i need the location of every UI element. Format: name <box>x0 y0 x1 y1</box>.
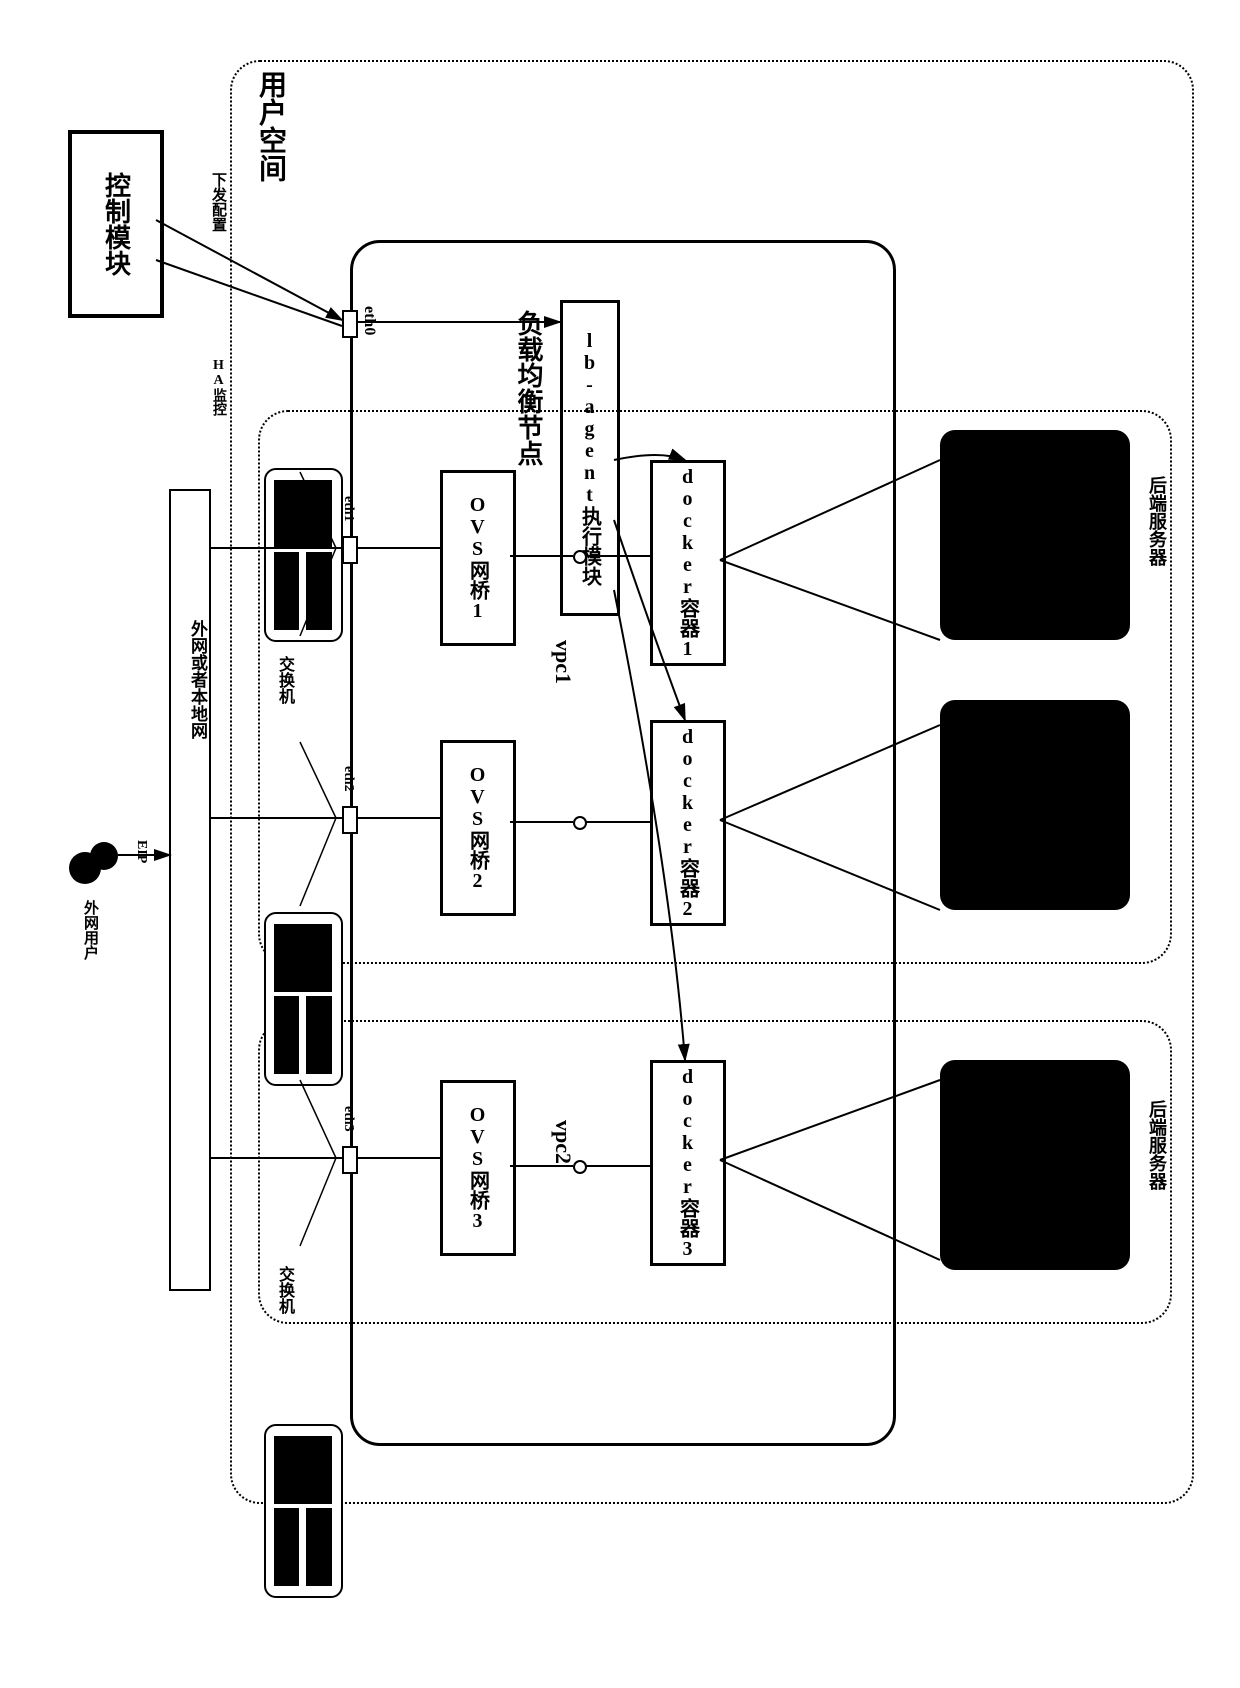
user-space-label: 用户空间 <box>250 70 290 182</box>
switch2-label: 交换机 <box>272 926 296 974</box>
deliver-config-label: 下发配置 <box>208 172 229 232</box>
eth0-label: eth0 <box>360 306 378 335</box>
external-user-label: 外网用户 <box>80 900 101 960</box>
control-module-text: 控制模块 <box>98 172 135 276</box>
ovs2-text: OVS网桥2 <box>464 764 493 892</box>
eip-label: EIP <box>133 840 149 863</box>
eth0-port <box>342 310 358 338</box>
user-icon <box>68 820 118 895</box>
ovs-bridge-3: OVS网桥3 <box>440 1080 516 1256</box>
ovs1-text: OVS网桥1 <box>464 494 493 622</box>
docker2-text: docker容器2 <box>674 726 703 920</box>
switch-1 <box>264 468 343 642</box>
vpc1-label: vpc1 <box>550 640 576 684</box>
ha-monitor-label: HA监控 <box>208 358 228 416</box>
backend1-label: 后端服务器 <box>1144 476 1170 566</box>
switch1-label: 交换机 <box>272 656 296 704</box>
switch-3 <box>264 1424 343 1598</box>
docker1-text: docker容器1 <box>674 466 703 660</box>
internet-conn-label: 外网或者本地网 <box>185 620 210 739</box>
docker3-text: docker容器3 <box>674 1066 703 1260</box>
eth2-port <box>342 806 358 834</box>
ovs-bridge-1: OVS网桥1 <box>440 470 516 646</box>
backend-server-3 <box>940 1060 1130 1270</box>
backend-server-2 <box>940 700 1130 910</box>
docker-2: docker容器2 <box>650 720 726 926</box>
docker-3: docker容器3 <box>650 1060 726 1266</box>
ovs3-text: OVS网桥3 <box>464 1104 493 1232</box>
control-module: 控制模块 <box>68 130 164 318</box>
eth3-label: eth3 <box>340 1106 356 1132</box>
backend-server-1 <box>940 430 1130 640</box>
port-ovs2docker-1 <box>573 550 587 564</box>
eth1-port <box>342 536 358 564</box>
vpc2-label: vpc2 <box>550 1120 576 1164</box>
switch3-label: 交换机 <box>272 1266 296 1314</box>
port-ovs2docker-2 <box>573 816 587 830</box>
backend3-label: 后端服务器 <box>1144 1100 1170 1190</box>
eth3-port <box>342 1146 358 1174</box>
docker-1: docker容器1 <box>650 460 726 666</box>
port-ovs2docker-3 <box>573 1160 587 1174</box>
eth2-label: eth2 <box>340 766 356 792</box>
ovs-bridge-2: OVS网桥2 <box>440 740 516 916</box>
